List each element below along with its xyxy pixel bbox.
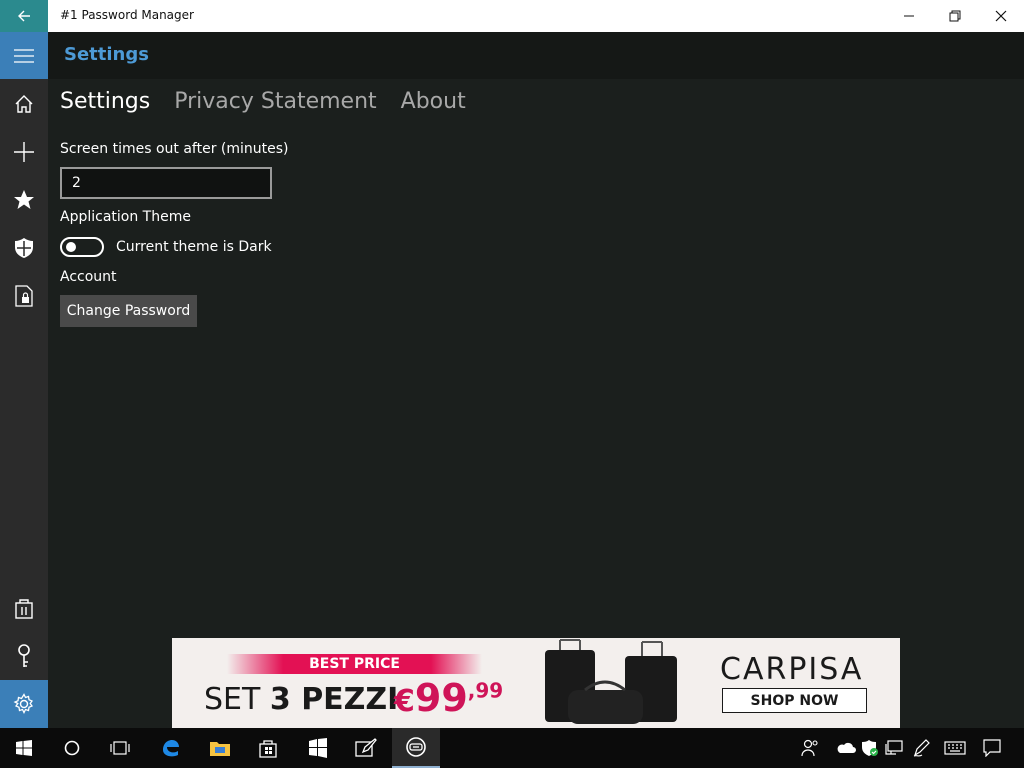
windows-start-icon <box>16 740 32 756</box>
ad-shop-now-button[interactable]: SHOP NOW <box>722 688 867 713</box>
timeout-label: Screen times out after (minutes) <box>60 141 289 157</box>
tab-privacy-statement[interactable]: Privacy Statement <box>174 89 376 114</box>
settings-content: Settings Privacy Statement About Screen … <box>48 79 1024 728</box>
windows-app-button[interactable] <box>294 728 342 768</box>
nav-add[interactable] <box>0 128 48 176</box>
restore-button[interactable] <box>932 0 978 32</box>
account-label: Account <box>60 269 117 285</box>
nav-store[interactable] <box>0 584 48 632</box>
action-center-button[interactable] <box>980 728 1004 768</box>
add-icon <box>14 142 34 162</box>
page-title: Settings <box>64 44 149 65</box>
taskbar <box>0 728 1024 768</box>
cortana-button[interactable] <box>48 728 96 768</box>
nav-passwords[interactable] <box>0 632 48 680</box>
back-button[interactable] <box>0 0 48 32</box>
hamburger-menu-button[interactable] <box>0 32 48 79</box>
file-explorer-icon <box>210 742 230 756</box>
home-icon <box>15 95 33 113</box>
task-view-button[interactable] <box>96 728 144 768</box>
pivot-tabs: Settings Privacy Statement About <box>60 89 466 114</box>
tab-settings[interactable]: Settings <box>60 89 150 114</box>
store-icon <box>259 740 277 758</box>
lock-document-icon <box>15 285 33 307</box>
nav-favorites[interactable] <box>0 176 48 224</box>
network-button[interactable] <box>882 728 906 768</box>
ad-brand-logo: CARPISA <box>720 652 864 687</box>
ad-price-dec: ,99 <box>467 678 504 703</box>
timeout-input-value: 2 <box>72 175 81 191</box>
ad-set-count: 3 PEZZI <box>269 682 399 717</box>
shield-icon <box>15 238 33 258</box>
ad-price-int: 99 <box>414 676 468 720</box>
title-bar: #1 Password Manager <box>0 0 1024 32</box>
ad-set-text: SET 3 PEZZI <box>204 682 398 717</box>
nav-security[interactable] <box>0 224 48 272</box>
onedrive-button[interactable] <box>834 728 858 768</box>
page-header: Settings <box>48 32 1024 79</box>
start-button[interactable] <box>0 728 48 768</box>
minimize-icon <box>904 15 914 17</box>
sketch-icon <box>355 738 377 757</box>
windows-app-icon <box>309 738 327 758</box>
ad-price-currency: € <box>394 684 415 719</box>
restore-icon <box>949 10 961 22</box>
people-button[interactable] <box>798 728 822 768</box>
theme-toggle-text: Current theme is Dark <box>116 239 272 255</box>
hamburger-icon <box>14 48 34 63</box>
file-explorer-button[interactable] <box>196 728 244 768</box>
theme-label: Application Theme <box>60 209 191 225</box>
timeout-input[interactable]: 2 <box>60 167 272 199</box>
change-password-button[interactable]: Change Password <box>60 295 197 327</box>
cortana-icon <box>64 740 80 756</box>
app-title: #1 Password Manager <box>60 8 194 22</box>
gear-icon <box>13 693 33 714</box>
defender-button[interactable] <box>858 728 882 768</box>
password-manager-taskbar-button[interactable] <box>392 728 440 768</box>
nav-home[interactable] <box>0 80 48 128</box>
close-icon <box>995 10 1007 22</box>
star-icon <box>14 190 34 209</box>
sidebar <box>0 32 48 728</box>
ad-banner[interactable]: BEST PRICE SET 3 PEZZI €99,99 CARPISA SH… <box>172 638 900 728</box>
pen-icon <box>913 739 930 757</box>
minimize-button[interactable] <box>886 0 932 32</box>
pen-workspace-button[interactable] <box>910 728 934 768</box>
sketch-app-button[interactable] <box>342 728 390 768</box>
edge-icon <box>163 740 179 757</box>
keyboard-icon <box>944 741 966 755</box>
ad-set-word: SET <box>204 682 261 717</box>
store-button[interactable] <box>244 728 292 768</box>
toggle-knob <box>66 242 76 252</box>
nav-secure-notes[interactable] <box>0 272 48 320</box>
onedrive-icon <box>837 742 856 753</box>
network-icon <box>885 740 903 755</box>
defender-icon <box>862 740 878 756</box>
edge-button[interactable] <box>146 728 194 768</box>
back-arrow-icon <box>18 10 30 22</box>
touch-keyboard-button[interactable] <box>942 728 968 768</box>
theme-toggle[interactable] <box>60 237 104 257</box>
password-manager-icon <box>406 737 426 757</box>
key-icon <box>18 644 30 667</box>
close-button[interactable] <box>978 0 1024 32</box>
task-view-icon <box>110 741 130 755</box>
tab-about[interactable]: About <box>401 89 466 114</box>
ad-badge: BEST PRICE <box>227 654 482 674</box>
luggage-image <box>545 639 677 724</box>
nav-settings[interactable] <box>0 680 48 728</box>
ad-price: €99,99 <box>394 676 503 720</box>
action-center-icon <box>983 739 1001 757</box>
people-icon <box>801 739 818 757</box>
store-bag-icon <box>15 599 33 619</box>
